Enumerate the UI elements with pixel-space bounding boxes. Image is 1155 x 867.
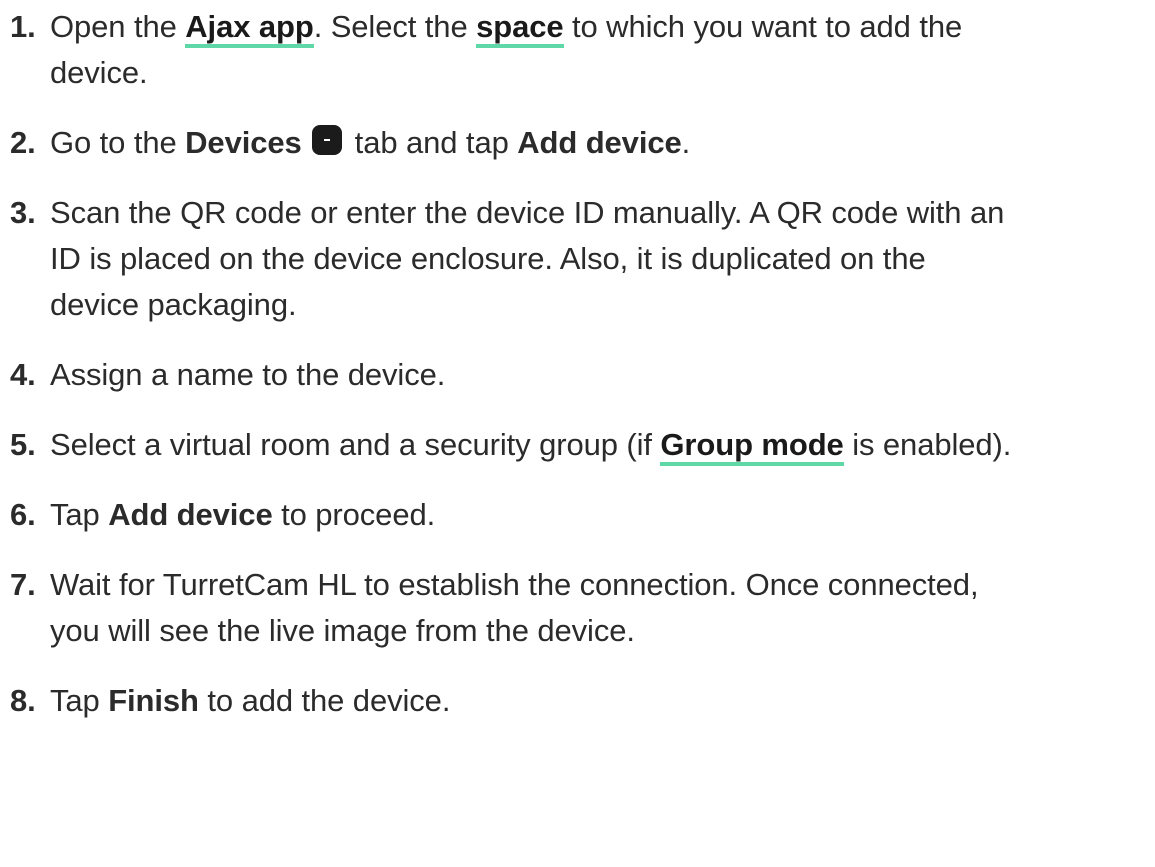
text-segment: Scan the QR code or enter the device ID … xyxy=(50,195,1005,230)
text-segment: . Select the xyxy=(313,9,477,44)
step-text: Go to the Devices tab and tap Add device… xyxy=(50,125,690,160)
bold-term: Add device xyxy=(517,125,682,160)
text-segment: to proceed. xyxy=(272,497,436,532)
step-item: 3. Scan the QR code or enter the device … xyxy=(10,190,1150,328)
text-segment: to add the device. xyxy=(198,683,451,718)
step-item: 4. Assign a name to the device. xyxy=(10,352,1150,398)
step-text: Tap Finish to add the device. xyxy=(50,683,450,718)
text-segment: Assign a name to the device. xyxy=(50,357,446,392)
text-segment: Go to the xyxy=(50,125,186,160)
text-segment: tab and tap xyxy=(346,125,518,160)
ajax-app-link[interactable]: Ajax app xyxy=(185,9,314,48)
bold-term: Finish xyxy=(108,683,199,718)
step-item: 5. Select a virtual room and a security … xyxy=(10,422,1150,468)
bold-term: Devices xyxy=(185,125,302,160)
step-number: 4. xyxy=(10,357,36,392)
step-number: 2. xyxy=(10,125,36,160)
step-item: 1. Open the Ajax app. Select the space t… xyxy=(10,4,1150,96)
step-number: 5. xyxy=(10,427,36,462)
bold-term: Add device xyxy=(108,497,273,532)
text-segment: Wait for TurretCam HL to establish the c… xyxy=(50,567,979,602)
text-segment xyxy=(302,125,311,160)
text-segment: device. xyxy=(50,55,148,90)
text-segment: ID is placed on the device enclosure. Al… xyxy=(50,241,926,276)
text-segment: to which you want to add the xyxy=(563,9,963,44)
text-segment: Select a virtual room and a security gro… xyxy=(50,427,661,462)
step-text: Assign a name to the device. xyxy=(50,357,445,392)
text-segment: Tap xyxy=(50,683,109,718)
text-segment: . xyxy=(681,125,691,160)
step-text: Tap Add device to proceed. xyxy=(50,497,435,532)
step-number: 8. xyxy=(10,683,36,718)
step-text: Wait for TurretCam HL to establish the c… xyxy=(50,567,979,648)
step-number: 7. xyxy=(10,567,36,602)
step-text: Select a virtual room and a security gro… xyxy=(50,427,1011,466)
step-item: 2. Go to the Devices tab and tap Add dev… xyxy=(10,120,1150,166)
step-text: Scan the QR code or enter the device ID … xyxy=(50,195,1004,322)
instruction-steps-list: 1. Open the Ajax app. Select the space t… xyxy=(10,4,1150,724)
group-mode-link[interactable]: Group mode xyxy=(660,427,844,466)
step-number: 1. xyxy=(10,9,36,44)
step-item: 7. Wait for TurretCam HL to establish th… xyxy=(10,562,1150,654)
text-segment: you will see the live image from the dev… xyxy=(50,613,635,648)
devices-tab-icon xyxy=(312,125,343,155)
text-segment: Tap xyxy=(50,497,109,532)
step-item: 8. Tap Finish to add the device. xyxy=(10,678,1150,724)
step-number: 3. xyxy=(10,195,36,230)
step-text: Open the Ajax app. Select the space to w… xyxy=(50,9,962,90)
step-item: 6. Tap Add device to proceed. xyxy=(10,492,1150,538)
text-segment: device packaging. xyxy=(50,287,297,322)
space-link[interactable]: space xyxy=(476,9,564,48)
text-segment: Open the xyxy=(50,9,186,44)
text-segment: is enabled). xyxy=(843,427,1012,462)
step-number: 6. xyxy=(10,497,36,532)
